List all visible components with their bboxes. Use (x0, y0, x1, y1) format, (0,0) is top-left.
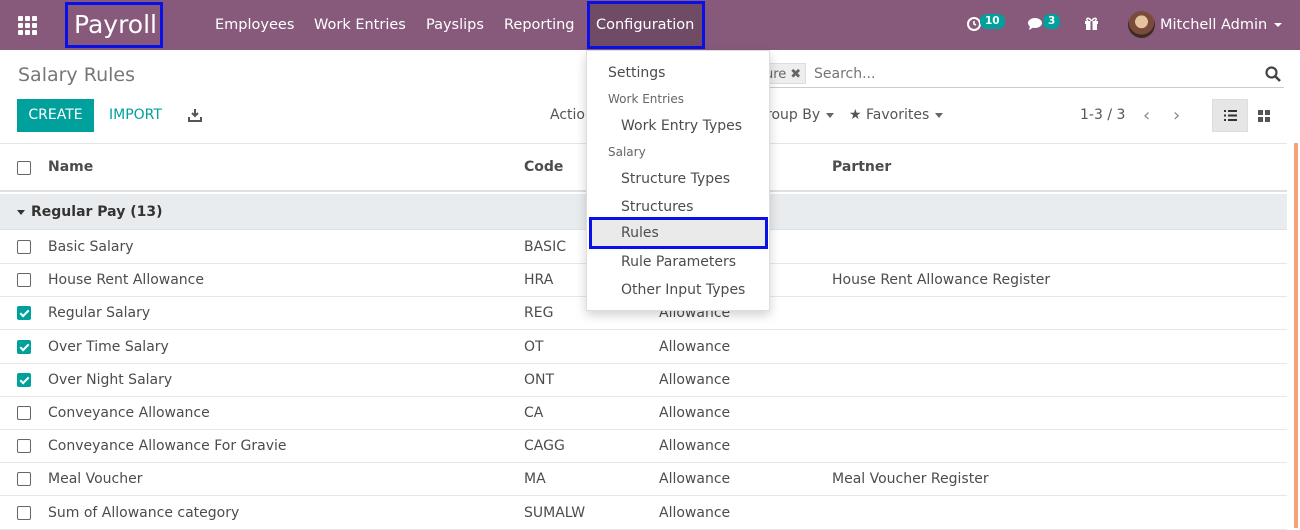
dropdown-item-structure-types[interactable]: Structure Types (587, 166, 769, 192)
dropdown-item-settings[interactable]: Settings (587, 60, 769, 86)
cell-name: Regular Salary (48, 305, 151, 322)
cell-code: CAGG (524, 438, 565, 455)
dropdown-header-salary: Salary (608, 145, 646, 159)
page-title: Salary Rules (18, 64, 135, 86)
cell-name: Conveyance Allowance (48, 405, 210, 421)
table-row[interactable]: Conveyance Allowance For Gravie CAGG Allow… (0, 430, 1287, 464)
search-input[interactable] (814, 63, 1254, 85)
cell-code: CA (524, 405, 544, 421)
app-brand[interactable]: Payroll (65, 2, 163, 48)
table-row[interactable]: Conveyance Allowance CA Allowance (0, 397, 1287, 430)
list-view-button[interactable] (1212, 99, 1248, 132)
column-header-code[interactable]: Code (524, 144, 563, 191)
cell-partner: Meal Voucher Register (832, 471, 989, 488)
menu-payslips[interactable]: Payslips (426, 0, 484, 50)
column-header-partner[interactable]: Partner (832, 144, 891, 191)
cell-category: Allowance (659, 371, 731, 388)
row-checkbox[interactable] (17, 339, 31, 354)
menu-work-entries[interactable]: Work Entries (314, 0, 406, 50)
row-checkbox[interactable] (17, 240, 31, 254)
row-checkbox[interactable] (17, 306, 31, 321)
top-navbar: Payroll Employees Work Entries Payslips … (0, 0, 1300, 50)
cell-code: HRA (524, 272, 554, 289)
cell-name: Conveyance Allowance For Gravie (48, 438, 287, 455)
pager-value[interactable]: 1-3 / 3 (1080, 99, 1125, 132)
row-checkbox[interactable] (17, 505, 31, 520)
row-checkbox[interactable] (17, 372, 31, 387)
menu-employees[interactable]: Employees (215, 0, 294, 50)
group-caret-icon (17, 209, 25, 215)
action-label: Actio (550, 107, 585, 123)
dropdown-item-rules[interactable]: Rules (587, 220, 769, 246)
cell-code: REG (524, 305, 554, 322)
pager-next-icon[interactable]: › (1173, 99, 1180, 132)
menu-reporting[interactable]: Reporting (504, 0, 575, 50)
favorites-menu[interactable]: ★ Favorites (849, 99, 944, 132)
star-icon: ★ (849, 107, 867, 123)
dropdown-header-work-entries: Work Entries (608, 92, 684, 106)
list-view-icon (1224, 110, 1237, 121)
action-menu[interactable]: Actio (550, 99, 585, 132)
cell-name: Meal Voucher (48, 471, 143, 488)
configuration-dropdown: Settings Work Entries Work Entry Types S… (586, 50, 770, 311)
create-button[interactable]: CREATE (17, 99, 94, 132)
user-avatar[interactable] (1128, 11, 1155, 38)
dropdown-item-rule-parameters[interactable]: Rule Parameters (587, 249, 769, 275)
favorites-label: Favorites (866, 107, 930, 123)
cell-name: Over Time Salary (48, 338, 169, 355)
table-row[interactable]: Over Night Salary ONT Allowance (0, 364, 1287, 397)
cell-code: OT (524, 338, 544, 355)
cell-code: BASIC (524, 239, 566, 255)
groupby-label: roup By (766, 107, 821, 123)
row-checkbox[interactable] (17, 273, 31, 288)
facet-remove-icon[interactable]: ✖ (790, 67, 801, 82)
user-menu-caret-icon[interactable] (1274, 23, 1282, 27)
activity-badge: 10 (980, 14, 1005, 29)
kanban-view-button[interactable] (1250, 99, 1280, 132)
cell-name: Sum of Allowance category (48, 504, 240, 521)
scroll-indicator (1294, 143, 1298, 528)
user-menu-name[interactable]: Mitchell Admin (1160, 0, 1267, 50)
cell-code: ONT (524, 371, 555, 388)
row-checkbox[interactable] (17, 472, 31, 487)
cell-code: MA (524, 471, 546, 488)
apps-grid-icon[interactable] (18, 16, 37, 35)
groupby-caret-icon (826, 112, 835, 118)
group-label: Regular Pay (13) (31, 204, 163, 220)
kanban-view-icon (1258, 110, 1270, 122)
cell-category: Allowance (659, 504, 731, 521)
favorites-caret-icon (935, 112, 944, 118)
download-icon[interactable] (188, 108, 202, 122)
dropdown-item-other-input-types[interactable]: Other Input Types (587, 277, 769, 303)
groupby-menu[interactable]: roup By (766, 99, 835, 132)
cell-category: Allowance (659, 338, 731, 355)
table-row[interactable]: Meal Voucher MA Allowance Meal Voucher Regi… (0, 463, 1287, 497)
gift-icon[interactable] (1084, 15, 1099, 35)
cell-category: Allowance (659, 405, 731, 421)
cell-name: Basic Salary (48, 239, 134, 255)
cell-category: Allowance (659, 471, 731, 488)
row-checkbox[interactable] (17, 439, 31, 454)
cell-category: Allowance (659, 438, 731, 455)
table-row[interactable]: Sum of Allowance category SUMALW Allowance (0, 497, 1287, 530)
table-row[interactable]: Over Time Salary OT Allowance (0, 331, 1287, 364)
cell-partner: House Rent Allowance Register (832, 272, 1051, 289)
cell-name: Over Night Salary (48, 371, 173, 388)
import-button[interactable]: IMPORT (109, 99, 162, 132)
menu-configuration[interactable]: Configuration (587, 1, 705, 49)
pager-previous-icon[interactable]: ‹ (1143, 99, 1150, 132)
cell-name: House Rent Allowance (48, 272, 204, 289)
cell-code: SUMALW (524, 504, 586, 521)
search-icon[interactable] (1265, 66, 1281, 82)
messages-badge: 3 (1043, 14, 1061, 29)
dropdown-item-work-entry-types[interactable]: Work Entry Types (587, 113, 769, 139)
row-checkbox[interactable] (17, 406, 31, 420)
select-all-checkbox[interactable] (17, 161, 31, 175)
column-header-name[interactable]: Name (48, 144, 93, 191)
